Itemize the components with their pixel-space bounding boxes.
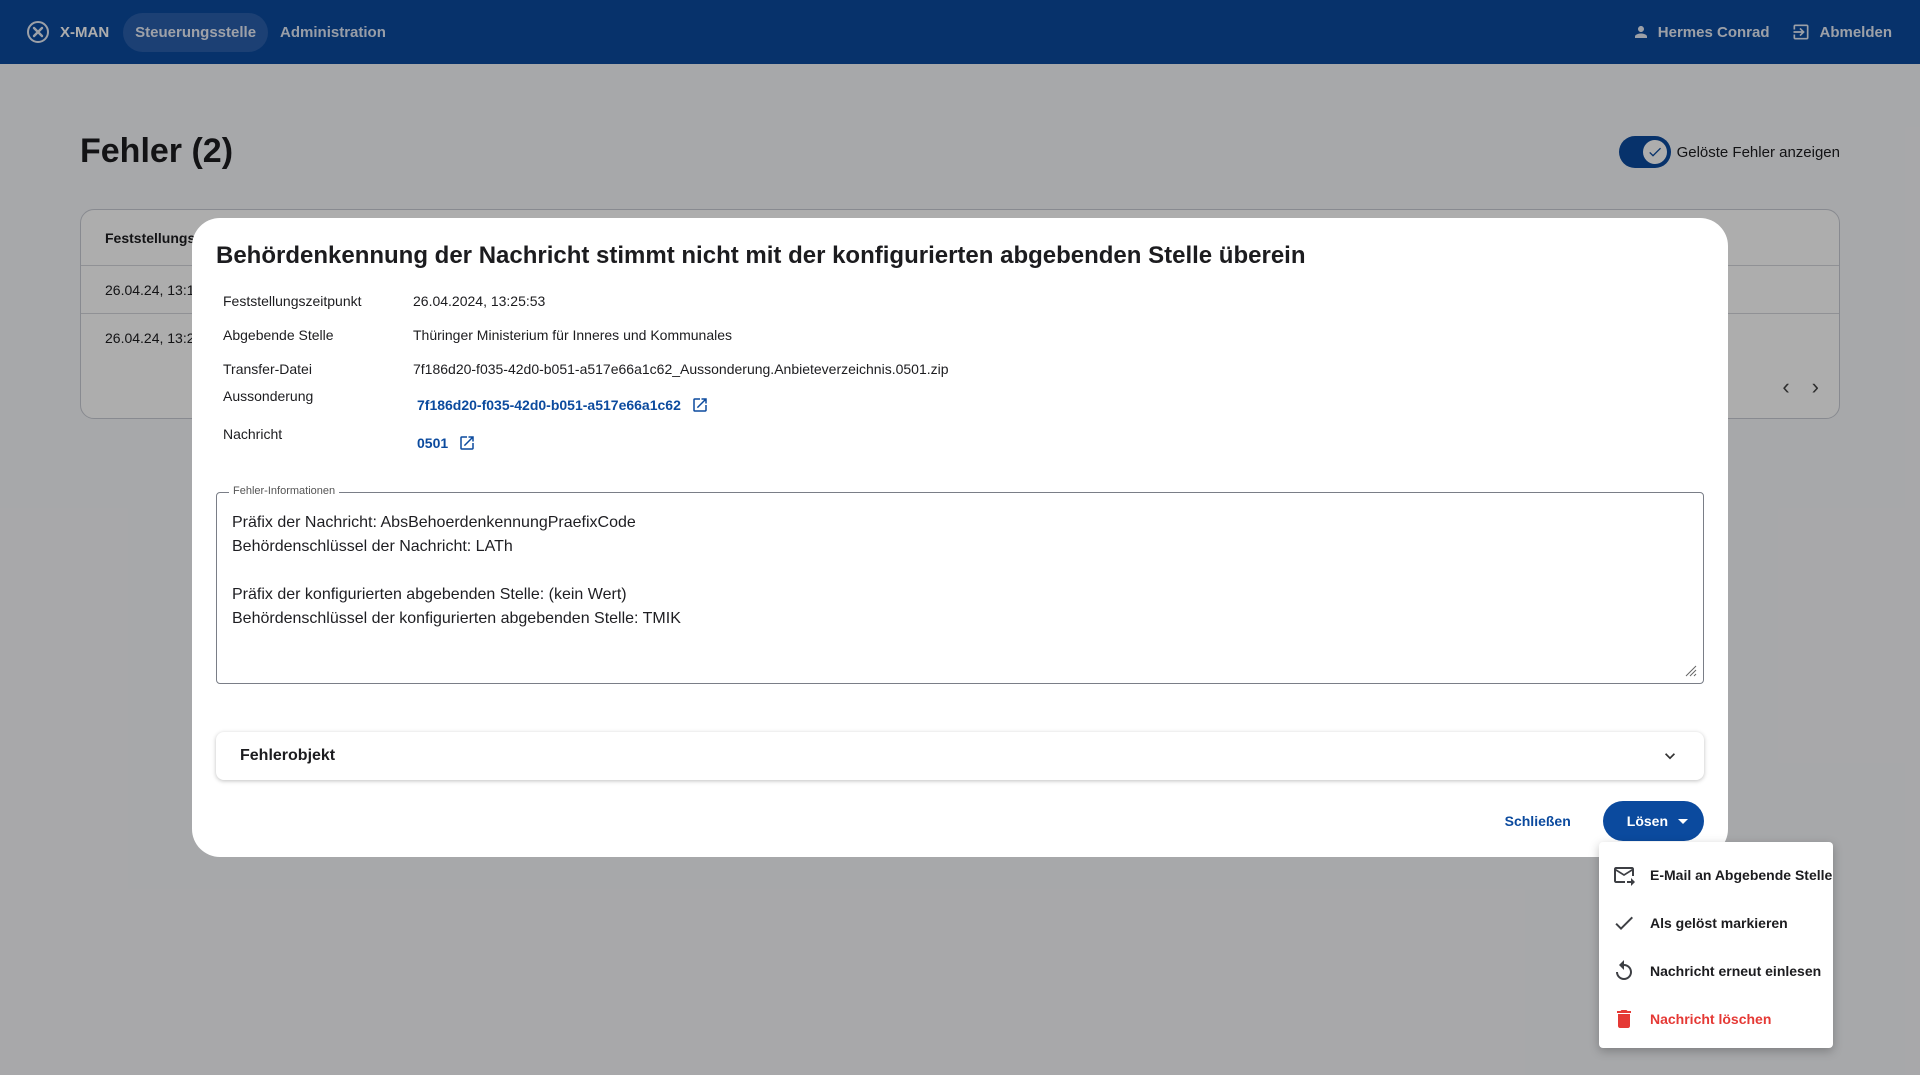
close-button[interactable]: Schließen — [1493, 803, 1583, 839]
error-info-field[interactable]: Fehler-Informationen Präfix der Nachrich… — [216, 485, 1704, 684]
aussonderung-link-text: 7f186d20-f035-42d0-b051-a517e66a1c62 — [417, 397, 681, 413]
detail-value: Thüringer Ministerium für Inneres und Ko… — [413, 327, 733, 343]
detail-value: 7f186d20-f035-42d0-b051-a517e66a1c62_Aus… — [413, 361, 949, 377]
detail-value: 26.04.2024, 13:25:53 — [413, 293, 546, 309]
menu-item-label: Nachricht löschen — [1650, 1011, 1772, 1027]
solve-button[interactable]: Lösen — [1602, 801, 1704, 841]
nachricht-link[interactable]: 0501 — [417, 434, 476, 452]
detail-label: Transfer-Datei — [223, 361, 312, 377]
error-info-text: Präfix der Nachricht: AbsBehoerdenkennun… — [232, 514, 681, 627]
forward-email-icon — [1614, 867, 1635, 886]
menu-item-reimport[interactable]: Nachricht erneut einlesen — [1599, 947, 1833, 995]
detail-label: Feststellungszeitpunkt — [223, 293, 362, 309]
error-object-expansion-panel[interactable]: Fehlerobjekt — [216, 732, 1704, 780]
detail-label: Aussonderung — [223, 388, 314, 404]
chevron-down-icon — [1665, 753, 1675, 760]
detail-label: Abgebende Stelle — [223, 327, 334, 343]
open-in-new-icon — [693, 398, 707, 412]
menu-item-label: Nachricht erneut einlesen — [1650, 963, 1822, 979]
error-info-legend: Fehler-Informationen — [229, 485, 340, 497]
dialog-actions: Schließen Lösen — [1493, 801, 1704, 841]
menu-item-mark-resolved[interactable]: Als gelöst markieren — [1599, 899, 1833, 947]
detail-label: Nachricht — [223, 426, 283, 442]
detail-table: Feststellungszeitpunkt 26.04.2024, 13:25… — [216, 284, 1704, 462]
dropdown-caret-icon — [1678, 818, 1688, 824]
menu-item-delete[interactable]: Nachricht löschen — [1599, 995, 1833, 1043]
replay-icon — [1616, 960, 1632, 980]
dialog-title: Behördenkennung der Nachricht stimmt nic… — [216, 242, 1306, 269]
menu-item-label: Als gelöst markieren — [1650, 915, 1788, 931]
error-detail-dialog: Behördenkennung der Nachricht stimmt nic… — [192, 218, 1728, 857]
check-icon — [1615, 916, 1633, 930]
nachricht-link-text: 0501 — [417, 435, 449, 451]
aussonderung-link[interactable]: 7f186d20-f035-42d0-b051-a517e66a1c62 — [417, 396, 709, 414]
menu-item-label: E-Mail an Abgebende Stelle — [1650, 867, 1833, 883]
open-in-new-icon — [460, 436, 474, 450]
resize-handle-icon[interactable] — [1683, 663, 1697, 677]
menu-item-email[interactable]: E-Mail an Abgebende Stelle — [1599, 851, 1833, 899]
expansion-title: Fehlerobjekt — [240, 747, 336, 764]
solve-button-label: Lösen — [1626, 813, 1668, 829]
solve-menu: E-Mail an Abgebende Stelle Als gelöst ma… — [1599, 842, 1833, 1048]
delete-icon — [1617, 1010, 1631, 1028]
